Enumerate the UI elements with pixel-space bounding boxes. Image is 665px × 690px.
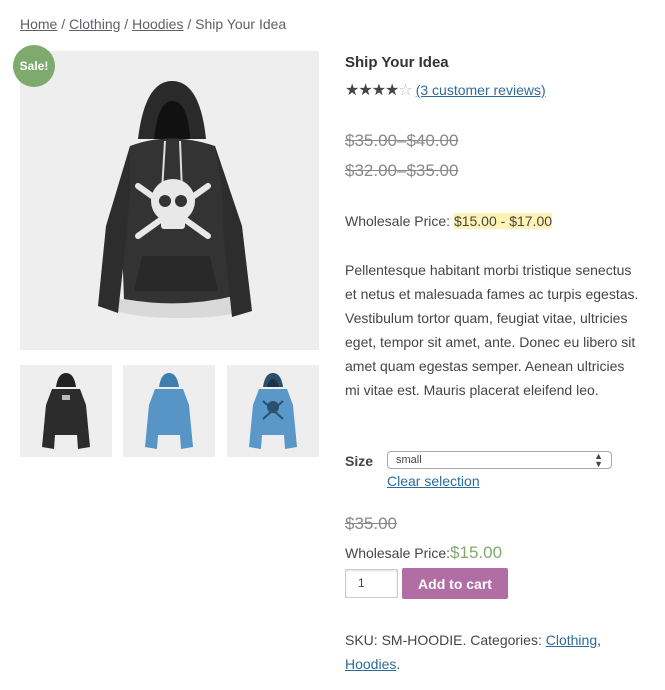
breadcrumb-hoodies-link[interactable]: Hoodies [132, 16, 183, 32]
category-hoodies-link[interactable]: Hoodies [345, 656, 396, 672]
category-clothing-link[interactable]: Clothing [546, 632, 597, 648]
variation-wholesale-amount: $15.00 [450, 543, 503, 562]
star-rating-icon: ★★★★☆ [345, 82, 413, 99]
breadcrumb-separator: / [57, 16, 70, 32]
select-arrows-icon: ▲ ▼ [594, 451, 603, 469]
product-rating: ★★★★☆ (3 customer reviews) [345, 80, 546, 100]
product-meta: SKU: SM-HOODIE. Categories: Clothing, Ho… [345, 628, 645, 676]
blue-hoodie-front-icon [249, 373, 297, 449]
variation-wholesale-price: Wholesale Price:$15.00 [345, 543, 502, 563]
breadcrumb-separator: / [120, 16, 133, 32]
wholesale-price-label: Wholesale Price: [345, 213, 454, 229]
product-thumbnail[interactable] [227, 365, 319, 457]
size-label: Size [345, 453, 374, 469]
price-range: $32.00–$35.00 [345, 161, 459, 180]
categories-label: . Categories: [462, 632, 546, 648]
breadcrumb-current: Ship Your Idea [195, 16, 287, 32]
wholesale-price-range: $15.00 - $17.00 [453, 213, 553, 229]
product-title: Ship Your Idea [345, 54, 449, 71]
size-select[interactable]: small ▲ ▼ [387, 451, 612, 469]
sku-value: SM-HOODIE [381, 632, 463, 648]
customer-reviews-link[interactable]: (3 customer reviews) [416, 82, 546, 98]
black-hoodie-skull-icon [98, 81, 252, 318]
breadcrumb-clothing-link[interactable]: Clothing [69, 16, 120, 32]
size-select-value: small [396, 454, 422, 466]
product-thumbnail[interactable] [20, 365, 112, 457]
product-description: Pellentesque habitant morbi tristique se… [345, 262, 639, 398]
variation-wholesale-label: Wholesale Price: [345, 545, 451, 561]
wholesale-price: Wholesale Price: $15.00 - $17.00 [345, 213, 553, 229]
quantity-input[interactable]: 1 [345, 569, 398, 598]
breadcrumb: Home / Clothing / Hoodies / Ship Your Id… [20, 16, 286, 32]
product-thumbnail[interactable] [123, 365, 215, 457]
blue-hoodie-back-icon [145, 373, 193, 449]
breadcrumb-home-link[interactable]: Home [20, 16, 57, 32]
product-main-image[interactable] [20, 51, 319, 350]
sale-badge: Sale! [13, 45, 55, 87]
breadcrumb-separator: / [183, 16, 196, 32]
variation-price: $35.00 [345, 514, 397, 533]
add-to-cart-button[interactable]: Add to cart [402, 568, 508, 599]
meta-end: . [396, 656, 401, 672]
price-range: $35.00–$40.00 [345, 131, 459, 150]
category-separator: , [597, 632, 601, 648]
clear-selection-link[interactable]: Clear selection [387, 473, 480, 489]
sku-label: SKU: [345, 632, 382, 648]
black-hoodie-back-icon [42, 373, 90, 449]
